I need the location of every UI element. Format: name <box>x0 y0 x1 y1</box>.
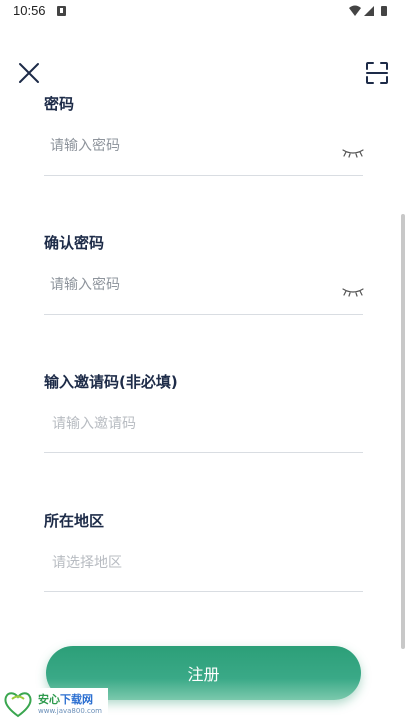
region-underline <box>44 591 363 592</box>
password-field[interactable] <box>44 126 363 166</box>
heart-logo-icon <box>4 692 32 718</box>
status-icons <box>349 5 387 16</box>
signal-icon <box>364 6 374 16</box>
eye-closed-icon[interactable] <box>342 287 364 297</box>
region-label: 所在地区 <box>44 512 105 530</box>
scrollbar[interactable] <box>401 214 405 649</box>
notification-icon <box>57 6 66 16</box>
invite-code-underline <box>44 452 363 453</box>
wifi-icon <box>349 5 361 16</box>
password-label: 密码 <box>44 95 75 113</box>
invite-code-label: 输入邀请码(非必填) <box>44 373 178 391</box>
battery-icon <box>381 6 387 16</box>
password-underline <box>44 175 363 176</box>
confirm-password-field[interactable] <box>44 265 363 305</box>
close-icon[interactable] <box>16 60 42 86</box>
top-bar <box>0 52 406 92</box>
watermark-title: 安心下载网 <box>38 693 93 706</box>
invite-code-field[interactable] <box>44 404 363 444</box>
eye-closed-icon[interactable] <box>342 148 364 158</box>
scan-icon[interactable] <box>366 62 388 84</box>
status-bar: 10:56 <box>0 0 406 24</box>
form-scroll-area[interactable]: 密码 确认密码 输入邀请码(非必填) 所在地区 <box>0 92 406 721</box>
watermark-url: www.java800.com <box>38 707 102 715</box>
confirm-password-label: 确认密码 <box>44 234 105 252</box>
status-time: 10:56 <box>13 3 46 18</box>
watermark: 安心下载网 www.java800.com <box>0 688 108 721</box>
confirm-password-underline <box>44 314 363 315</box>
region-select[interactable] <box>44 543 363 583</box>
